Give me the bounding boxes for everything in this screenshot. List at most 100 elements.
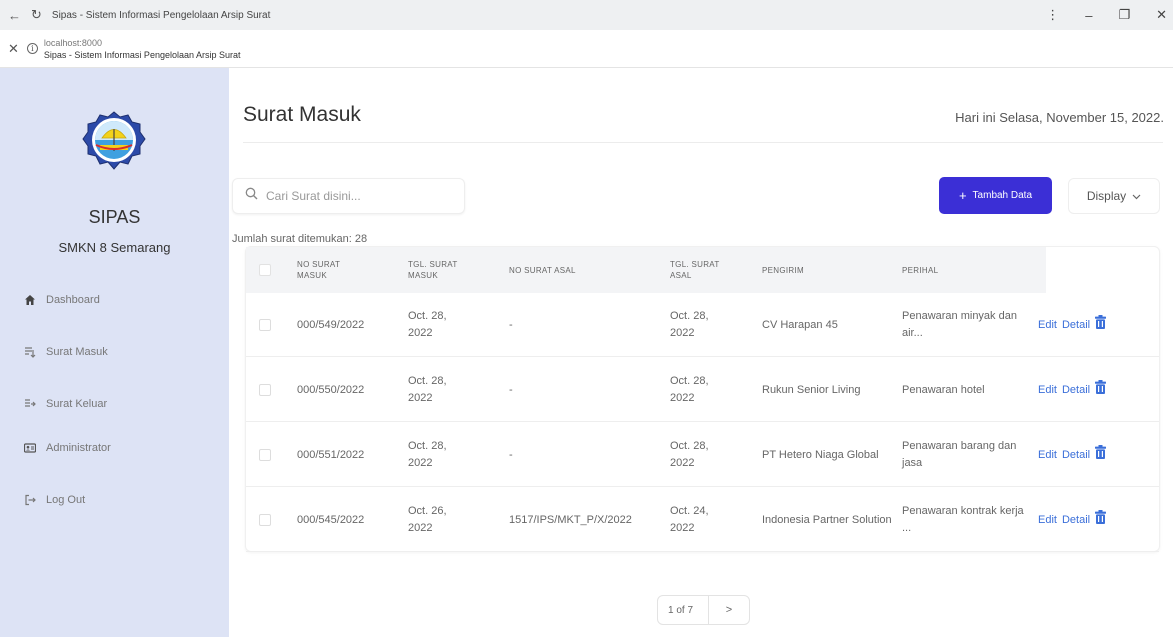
cell-no-surat-asal: -	[509, 318, 513, 331]
row-actions: Edit Detail	[1038, 423, 1107, 487]
column-header: PERIHAL	[902, 265, 939, 275]
cell-perihal: Penawaran hotel	[902, 383, 985, 396]
logout-icon	[24, 494, 36, 506]
sidebar-item-administrator[interactable]: Administrator	[24, 442, 111, 454]
cell-tgl-surat-asal: Oct. 28, 2022	[670, 440, 709, 469]
reload-icon[interactable]: ↻	[31, 7, 42, 23]
cell-pengirim: CV Harapan 45	[762, 318, 838, 331]
inbox-icon	[24, 346, 36, 358]
sidebar-item-dashboard[interactable]: Dashboard	[24, 294, 100, 306]
back-arrow-icon[interactable]: ←	[8, 8, 21, 23]
chevron-down-icon	[1132, 189, 1141, 203]
search-icon	[245, 187, 258, 205]
plus-icon: +	[958, 188, 967, 203]
cell-perihal: Penawaran barang dan jasa	[902, 440, 1017, 469]
add-data-button[interactable]: + Tambah Data	[939, 177, 1052, 214]
address-bar: ✕ i localhost:8000 Sipas - Sistem Inform…	[0, 30, 1173, 68]
cell-tgl-surat-asal: Oct. 28, 2022	[670, 310, 709, 339]
cell-no-surat-asal: 1517/IPS/MKT_P/X/2022	[509, 513, 632, 526]
cell-no-surat-masuk: 000/550/2022	[297, 383, 365, 396]
page-title: Surat Masuk	[243, 103, 361, 126]
trash-icon[interactable]	[1095, 510, 1107, 524]
sidebar-item-log-out[interactable]: Log Out	[24, 494, 85, 506]
cell-pengirim: Indonesia Partner Solution	[762, 513, 892, 526]
sidebar-item-label: Dashboard	[46, 294, 100, 306]
admin-icon	[24, 442, 36, 454]
school-logo-icon	[82, 111, 146, 170]
edit-link[interactable]: Edit	[1038, 449, 1057, 461]
table-row: 000/551/2022 Oct. 28, 2022 - Oct. 28, 2022 P…	[246, 423, 1159, 487]
row-checkbox[interactable]	[259, 449, 271, 461]
cell-pengirim: PT Hetero Niaga Global	[762, 448, 879, 461]
sidebar-item-label: Surat Keluar	[46, 398, 108, 410]
url-text[interactable]: localhost:8000	[44, 37, 241, 49]
add-data-label: Tambah Data	[972, 190, 1033, 201]
next-page-button[interactable]: >	[709, 604, 749, 616]
sidebar-item-label: Log Out	[46, 494, 86, 506]
table-row: 000/549/2022 Oct. 28, 2022 - Oct. 28, 2022 C…	[246, 293, 1159, 357]
sidebar: SIPAS SMKN 8 Semarang Dashboard Surat Ma…	[0, 68, 229, 637]
search-input[interactable]	[266, 189, 446, 203]
result-count: Jumlah surat ditemukan: 28	[232, 233, 368, 245]
cell-tgl-surat-masuk: Oct. 28, 2022	[408, 375, 447, 404]
detail-link[interactable]: Detail	[1062, 514, 1090, 526]
detail-link[interactable]: Detail	[1062, 449, 1090, 461]
row-actions: Edit Detail	[1038, 488, 1107, 552]
detail-link[interactable]: Detail	[1062, 319, 1090, 331]
date-text: Hari ini Selasa, November 15, 2022.	[955, 110, 1164, 125]
edit-link[interactable]: Edit	[1038, 319, 1057, 331]
more-options-icon[interactable]: ⋮	[1046, 7, 1059, 23]
column-header: NO SURAT ASAL	[509, 265, 576, 275]
cell-no-surat-asal: -	[509, 383, 513, 396]
sidebar-item-surat-keluar[interactable]: Surat Keluar	[24, 398, 107, 410]
column-header: TGL. SURAT MASUK	[408, 260, 458, 280]
minimize-icon[interactable]: –	[1085, 8, 1092, 23]
table-header: NO SURAT MASUK TGL. SURAT MASUK NO SURAT…	[246, 247, 1046, 293]
trash-icon[interactable]	[1095, 445, 1107, 459]
sidebar-item-surat-masuk[interactable]: Surat Masuk	[24, 346, 108, 358]
trash-icon[interactable]	[1095, 380, 1107, 394]
cell-no-surat-masuk: 000/551/2022	[297, 448, 365, 461]
browser-title-bar: ← ↻ Sipas - Sistem Informasi Pengelolaan…	[0, 0, 1173, 30]
restore-icon[interactable]: ❐	[1118, 7, 1130, 23]
cell-pengirim: Rukun Senior Living	[762, 383, 861, 396]
column-header: NO SURAT MASUK	[297, 260, 340, 280]
info-icon[interactable]: i	[26, 43, 38, 54]
cell-no-surat-asal: -	[509, 448, 513, 461]
edit-link[interactable]: Edit	[1038, 384, 1057, 396]
cell-tgl-surat-masuk: Oct. 28, 2022	[408, 310, 447, 339]
cell-tgl-surat-asal: Oct. 28, 2022	[670, 375, 709, 404]
row-actions: Edit Detail	[1038, 358, 1107, 422]
divider	[243, 142, 1163, 143]
column-header: PENGIRIM	[762, 265, 804, 275]
cell-tgl-surat-masuk: Oct. 28, 2022	[408, 440, 447, 469]
row-checkbox[interactable]	[259, 319, 271, 331]
outbox-icon	[24, 398, 36, 410]
cell-tgl-surat-masuk: Oct. 26, 2022	[408, 505, 447, 534]
edit-link[interactable]: Edit	[1038, 514, 1057, 526]
pagination: 1 of 7 >	[657, 595, 750, 625]
cell-perihal: Penawaran minyak dan air...	[902, 310, 1017, 339]
cell-no-surat-masuk: 000/549/2022	[297, 318, 365, 331]
close-icon[interactable]: ✕	[8, 41, 19, 57]
display-label: Display	[1086, 189, 1127, 203]
table-row: 000/545/2022 Oct. 26, 2022 1517/IPS/MKT_P/…	[246, 488, 1159, 552]
school-name: SMKN 8 Semarang	[58, 240, 171, 255]
close-window-icon[interactable]: ✕	[1156, 7, 1167, 23]
letters-table: NO SURAT MASUK TGL. SURAT MASUK NO SURAT…	[245, 246, 1160, 552]
search-box[interactable]	[232, 178, 465, 214]
cell-no-surat-masuk: 000/545/2022	[297, 513, 365, 526]
display-dropdown[interactable]: Display	[1068, 178, 1160, 214]
trash-icon[interactable]	[1095, 315, 1107, 329]
cell-perihal: Penawaran kontrak kerja ...	[902, 505, 1024, 534]
app-name: SIPAS	[88, 207, 141, 227]
page-indicator: 1 of 7	[668, 604, 694, 616]
row-checkbox[interactable]	[259, 514, 271, 526]
row-actions: Edit Detail	[1038, 293, 1107, 357]
sidebar-item-label: Surat Masuk	[46, 346, 108, 358]
sidebar-item-label: Administrator	[46, 442, 111, 454]
row-checkbox[interactable]	[259, 384, 271, 396]
detail-link[interactable]: Detail	[1062, 384, 1090, 396]
select-all-checkbox[interactable]	[259, 264, 271, 276]
table-row: 000/550/2022 Oct. 28, 2022 - Oct. 28, 2022 R…	[246, 358, 1159, 422]
